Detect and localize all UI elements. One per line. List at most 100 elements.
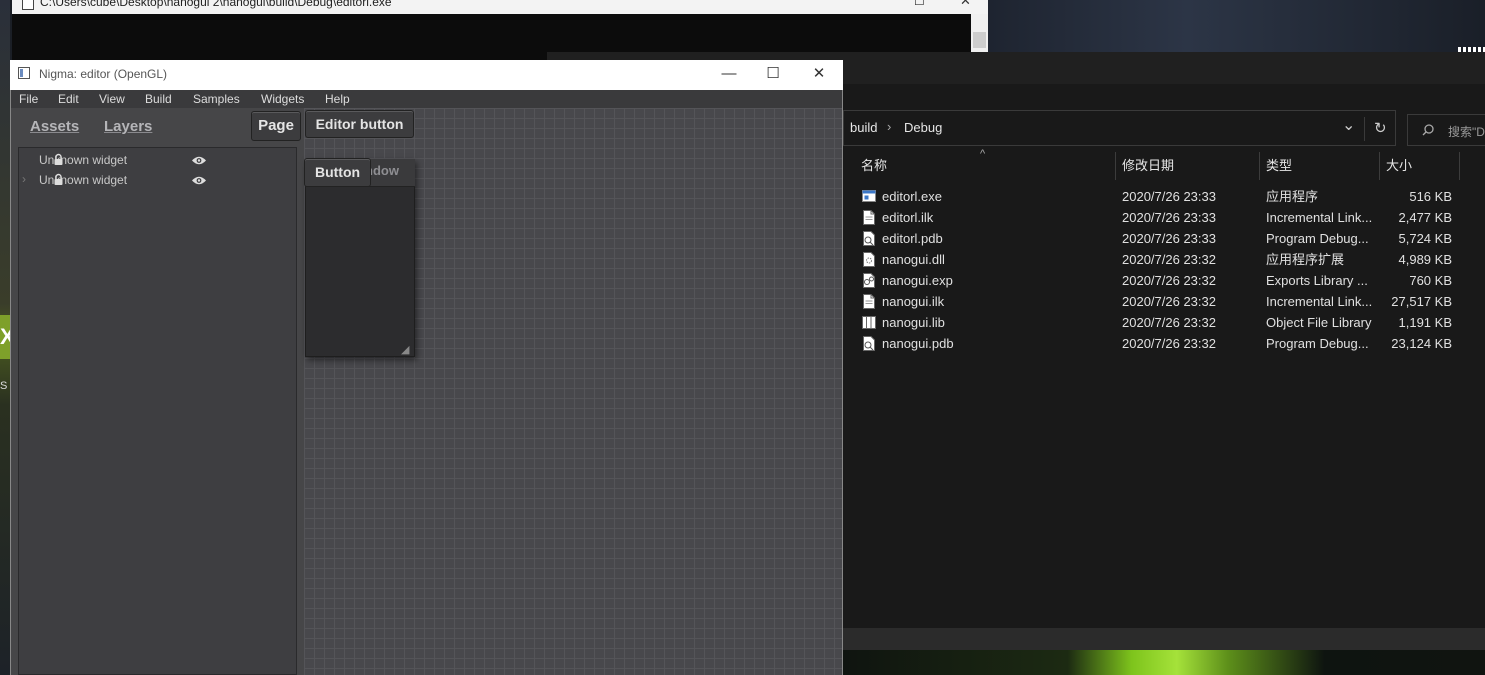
file-name: nanogui.exp [882, 273, 953, 288]
console-scrollbar-thumb[interactable] [973, 32, 986, 48]
breadcrumb-build[interactable]: build [850, 120, 877, 135]
breadcrumb-debug[interactable]: Debug [904, 120, 942, 135]
eye-icon[interactable] [191, 155, 207, 166]
address-bar[interactable]: build › Debug ⌄ ↻ [843, 110, 1396, 146]
page-button[interactable]: Page [251, 111, 301, 141]
file-row[interactable]: nanogui.exp 2020/7/26 23:32 Exports Librar… [843, 270, 1485, 291]
column-divider[interactable] [1459, 152, 1460, 180]
address-dropdown-icon[interactable]: ⌄ [1342, 115, 1355, 135]
file-type: Program Debug... [1266, 336, 1369, 351]
sort-indicator-icon: ^ [980, 148, 986, 160]
file-size: 516 KB [1409, 189, 1452, 204]
menu-build[interactable]: Build [145, 90, 172, 108]
file-size: 5,724 KB [1398, 231, 1453, 246]
menu-file[interactable]: File [19, 90, 38, 108]
column-header-size[interactable]: 大小 [1386, 151, 1412, 181]
lib-icon [862, 316, 876, 329]
file-row[interactable]: editorl.exe 2020/7/26 23:33 应用程序 516 KB [843, 186, 1485, 207]
minimize-button[interactable]: — [706, 62, 752, 86]
layer-expander-icon[interactable]: › [22, 170, 26, 188]
file-name: nanogui.ilk [882, 294, 945, 309]
breadcrumb-separator: › [887, 119, 892, 134]
file-modified: 2020/7/26 23:33 [1122, 210, 1216, 225]
console-title: C:\Users\cube\Desktop\nanogui 2\nanogui\… [40, 0, 392, 9]
editor-title: Nigma: editor (OpenGL) [39, 67, 168, 81]
column-header-modified[interactable]: 修改日期 [1122, 151, 1174, 181]
tab-assets[interactable]: Assets [30, 117, 79, 137]
file-type: Incremental Link... [1266, 294, 1373, 309]
maximize-button[interactable]: ☐ [750, 62, 796, 86]
file-type: 应用程序 [1266, 189, 1319, 204]
desktop-wallpaper-top-right [988, 0, 1485, 52]
search-box[interactable]: 搜索"D [1407, 114, 1485, 146]
file-name: nanogui.pdb [882, 336, 954, 351]
doc-icon [863, 294, 875, 309]
file-type: Exports Library ... [1266, 273, 1368, 288]
file-name: editorl.exe [882, 189, 942, 204]
column-divider[interactable] [1259, 152, 1260, 180]
file-name: editorl.ilk [882, 210, 934, 225]
lock-icon[interactable] [53, 173, 64, 186]
explorer-ribbon [843, 84, 1485, 108]
menu-widgets[interactable]: Widgets [261, 90, 304, 108]
explorer-titlebar-right[interactable] [843, 52, 1485, 84]
menu-help[interactable]: Help [325, 90, 350, 108]
sub-window[interactable] [305, 159, 415, 357]
file-row[interactable]: editorl.ilk 2020/7/26 23:33 Incremental Li… [843, 207, 1485, 228]
explorer-status-bar [843, 628, 1485, 650]
file-size: 23,124 KB [1391, 336, 1452, 351]
desktop-tile[interactable]: X [0, 315, 10, 359]
exp-icon [863, 273, 875, 288]
resize-grip-icon[interactable]: ◢ [401, 343, 409, 356]
menu-samples[interactable]: Samples [193, 90, 240, 108]
search-placeholder: 搜索"D [1448, 125, 1485, 139]
lock-icon[interactable] [53, 153, 64, 166]
file-row[interactable]: nanogui.ilk 2020/7/26 23:32 Incremental Li… [843, 291, 1485, 312]
doc-icon [863, 210, 875, 225]
tab-layers[interactable]: Layers [104, 117, 152, 137]
button[interactable]: Button [304, 158, 371, 187]
editor-button[interactable]: Editor button [305, 110, 414, 138]
desktop-wallpaper-bottom [843, 650, 1485, 675]
file-type: Incremental Link... [1266, 210, 1373, 225]
column-header-name[interactable]: 名称 [861, 151, 887, 181]
column-divider[interactable] [1379, 152, 1380, 180]
pdb-icon [863, 231, 875, 246]
file-row[interactable]: nanogui.dll 2020/7/26 23:32 应用程序扩展 4,989 KB [843, 249, 1485, 270]
console-close-button[interactable]: ✕ [960, 0, 971, 9]
close-button[interactable]: ✕ [796, 62, 842, 86]
desktop-tile-text: S [0, 380, 8, 392]
column-header-type[interactable]: 类型 [1266, 151, 1292, 181]
explorer-window-controls[interactable] [1458, 47, 1485, 52]
file-row[interactable]: editorl.pdb 2020/7/26 23:33 Program Debug.… [843, 228, 1485, 249]
file-name: nanogui.dll [882, 252, 945, 267]
file-size: 4,989 KB [1398, 252, 1453, 267]
menu-view[interactable]: View [99, 90, 125, 108]
file-type: Program Debug... [1266, 231, 1369, 246]
search-icon [1422, 124, 1434, 136]
file-size: 1,191 KB [1398, 315, 1453, 330]
app-window-icon [18, 67, 30, 79]
desktop-tile-letter: X [0, 324, 10, 349]
file-modified: 2020/7/26 23:32 [1122, 252, 1216, 267]
file-modified: 2020/7/26 23:32 [1122, 273, 1216, 288]
file-row[interactable]: nanogui.pdb 2020/7/26 23:32 Program Debug.… [843, 333, 1485, 354]
file-modified: 2020/7/26 23:32 [1122, 294, 1216, 309]
layer-item[interactable]: › Unknown widget [19, 171, 297, 189]
file-modified: 2020/7/26 23:33 [1122, 231, 1216, 246]
file-name: editorl.pdb [882, 231, 943, 246]
file-type: 应用程序扩展 [1266, 252, 1345, 267]
file-modified: 2020/7/26 23:33 [1122, 189, 1216, 204]
eye-icon[interactable] [191, 175, 207, 186]
pdb-icon [863, 336, 875, 351]
layers-list [18, 147, 297, 675]
file-row[interactable]: nanogui.lib 2020/7/26 23:32 Object File Li… [843, 312, 1485, 333]
file-name: nanogui.lib [882, 315, 945, 330]
console-maximize-button[interactable]: ☐ [914, 0, 925, 8]
file-type: Object File Library [1266, 315, 1372, 330]
column-divider[interactable] [1115, 152, 1116, 180]
console-app-icon [22, 0, 34, 10]
refresh-icon[interactable]: ↻ [1374, 119, 1387, 137]
layer-item[interactable]: Unknown widget [19, 151, 297, 169]
menu-edit[interactable]: Edit [58, 90, 79, 108]
